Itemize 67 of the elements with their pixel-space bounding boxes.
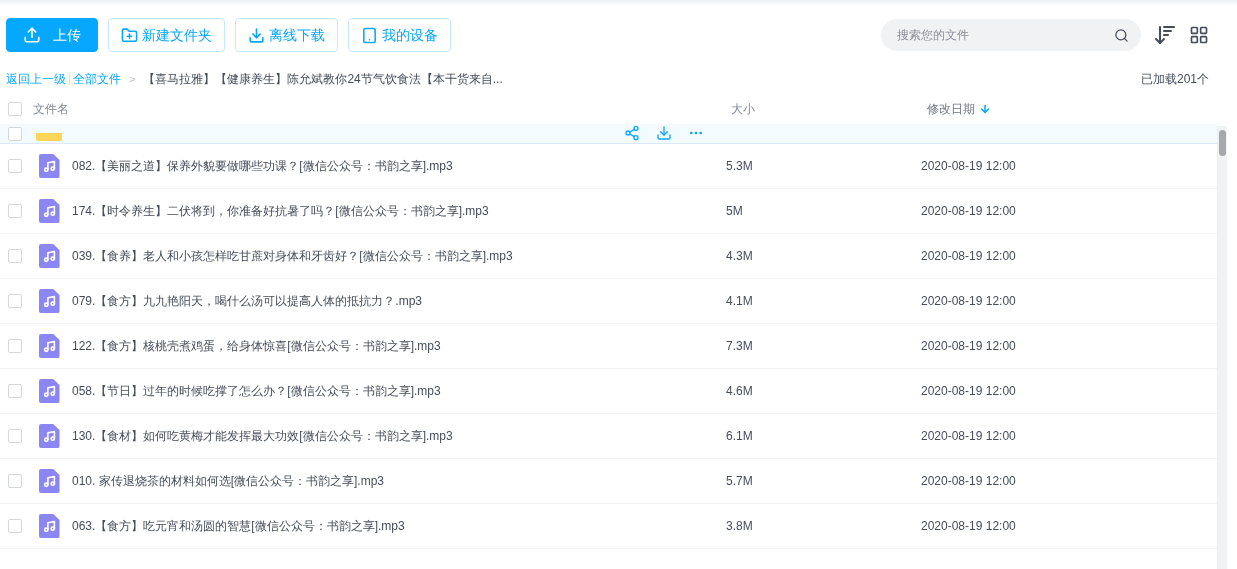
music-file-icon (38, 469, 60, 493)
folder-plus-icon (121, 26, 138, 44)
music-file-icon (38, 244, 60, 268)
file-name[interactable]: 039.【食养】老人和小孩怎样吃甘蔗对身体和牙齿好？[微信公众号：书韵之享].mp3 (72, 247, 513, 265)
modified-date: 2020-08-19 12:00 (921, 429, 1016, 443)
file-size: 4.1M (726, 294, 753, 308)
modified-date: 2020-08-19 12:00 (921, 159, 1016, 173)
music-file-icon (38, 289, 60, 313)
music-file-icon (38, 424, 60, 448)
loaded-count: 已加载201个 (1140, 71, 1209, 88)
file-size: 5M (726, 204, 743, 218)
file-name[interactable]: 174.【时令养生】二伏将到，你准备好抗暑了吗？[微信公众号：书韵之享].mp3 (72, 202, 489, 220)
checkbox[interactable] (8, 519, 22, 533)
modified-date: 2020-08-19 12:00 (921, 474, 1016, 488)
checkbox[interactable] (8, 384, 22, 398)
file-name[interactable]: 130.【食材】如何吃黄梅才能发挥最大功效[微信公众号：书韵之享].mp3 (72, 427, 453, 445)
file-size: 6.1M (726, 429, 753, 443)
music-file-icon (38, 514, 60, 538)
checkbox[interactable] (8, 127, 22, 141)
checkbox[interactable] (8, 159, 22, 173)
checkbox[interactable] (8, 294, 22, 308)
modified-date: 2020-08-19 12:00 (921, 384, 1016, 398)
file-name[interactable]: 063.【食方】吃元宵和汤圆的智慧[微信公众号：书韵之享].mp3 (72, 517, 405, 535)
file-size: 4.6M (726, 384, 753, 398)
share-icon[interactable] (624, 125, 640, 141)
modified-date: 2020-08-19 12:00 (921, 519, 1016, 533)
tablet-icon (361, 26, 378, 44)
music-file-icon (38, 199, 60, 223)
breadcrumb-separator: > (129, 71, 136, 87)
download-icon (248, 26, 265, 44)
upload-icon (23, 26, 41, 44)
file-name[interactable]: 058.【节日】过年的时候吃撑了怎么办？[微信公众号：书韵之享].mp3 (72, 382, 441, 400)
file-size: 5.3M (726, 159, 753, 173)
grid-view-icon[interactable] (1189, 25, 1209, 45)
column-header[interactable]: 大小 (731, 100, 755, 118)
checkbox[interactable] (8, 429, 22, 443)
checkbox[interactable] (8, 102, 22, 116)
music-file-icon (38, 334, 60, 358)
file-size: 5.7M (726, 474, 753, 488)
search-icon[interactable] (1114, 27, 1129, 43)
checkbox[interactable] (8, 339, 22, 353)
sort-arrow-icon (979, 103, 991, 115)
modified-date: 2020-08-19 12:00 (921, 339, 1016, 353)
file-name[interactable]: 079.【食方】九九艳阳天，喝什么汤可以提高人体的抵抗力？.mp3 (72, 292, 423, 310)
folder-icon (36, 133, 62, 141)
file-name[interactable]: 082.【美丽之道】保养外貌要做哪些功课？[微信公众号：书韵之享].mp3 (72, 157, 453, 175)
file-size: 3.8M (726, 519, 753, 533)
file-row[interactable] (0, 124, 1217, 144)
scrollbar-thumb[interactable] (1219, 130, 1226, 156)
search-field[interactable]: 搜索您的文件 (881, 19, 1141, 51)
modified-date: 2020-08-19 12:00 (921, 294, 1016, 308)
file-name[interactable]: 122.【食方】核桃壳煮鸡蛋，给身体惊喜[微信公众号：书韵之享].mp3 (72, 337, 441, 355)
download-icon[interactable] (656, 125, 672, 141)
file-size: 4.3M (726, 249, 753, 263)
file-name[interactable]: 010. 家传退烧茶的材料如何选[微信公众号：书韵之享].mp3 (72, 472, 385, 490)
sort-icon[interactable] (1153, 23, 1177, 47)
breadcrumb-current: 【喜马拉雅】【健康养生】陈允斌教你24节气饮食法【本干货来自... (143, 71, 503, 88)
column-header[interactable]: 文件名 (33, 100, 69, 118)
file-size: 7.3M (726, 339, 753, 353)
checkbox[interactable] (8, 204, 22, 218)
modified-date: 2020-08-19 12:00 (921, 204, 1016, 218)
column-header[interactable]: 修改日期 (927, 100, 975, 118)
checkbox[interactable] (8, 249, 22, 263)
modified-date: 2020-08-19 12:00 (921, 249, 1016, 263)
music-file-icon (38, 379, 60, 403)
music-file-icon (38, 154, 60, 178)
checkbox[interactable] (8, 474, 22, 488)
